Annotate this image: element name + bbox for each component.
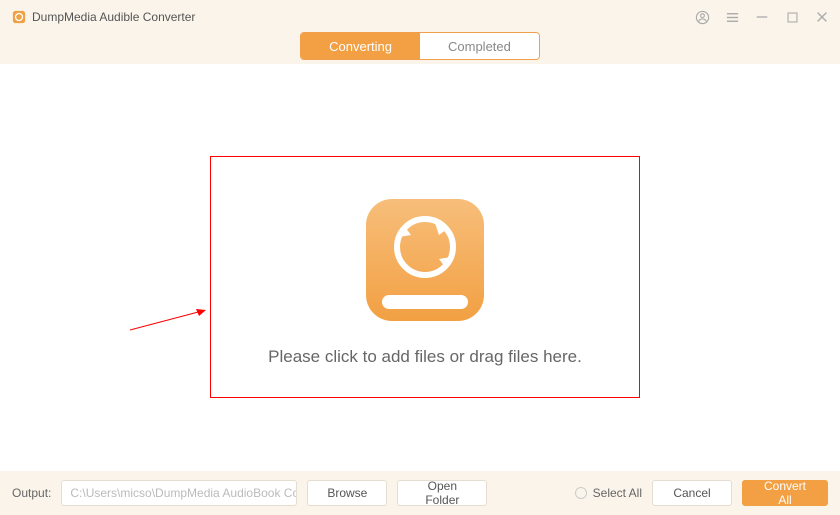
convert-all-button[interactable]: Convert All xyxy=(742,480,828,506)
tabs-row: Converting Completed xyxy=(0,28,840,64)
minimize-icon[interactable] xyxy=(754,9,770,25)
titlebar: DumpMedia Audible Converter Converting xyxy=(0,0,840,64)
radio-icon xyxy=(575,487,587,499)
drop-zone[interactable]: Please click to add files or drag files … xyxy=(211,157,639,397)
main-area: Please click to add files or drag files … xyxy=(0,64,840,471)
output-path-field[interactable]: C:\Users\micso\DumpMedia AudioBook Co... xyxy=(61,480,297,506)
output-path-text: C:\Users\micso\DumpMedia AudioBook Co... xyxy=(70,486,297,500)
select-all-label: Select All xyxy=(593,486,642,500)
button-label: Open Folder xyxy=(412,479,472,507)
app-title: DumpMedia Audible Converter xyxy=(32,10,195,24)
select-all-toggle[interactable]: Select All xyxy=(575,486,642,500)
titlebar-top: DumpMedia Audible Converter xyxy=(0,0,840,28)
window-controls xyxy=(694,9,830,25)
close-icon[interactable] xyxy=(814,9,830,25)
tab-label: Completed xyxy=(448,39,511,54)
drop-zone-text: Please click to add files or drag files … xyxy=(268,347,582,367)
annotation-highlight-box: Please click to add files or drag files … xyxy=(210,156,640,398)
menu-icon[interactable] xyxy=(724,9,740,25)
button-label: Convert All xyxy=(757,479,813,507)
output-label: Output: xyxy=(12,486,51,500)
tab-label: Converting xyxy=(329,39,392,54)
account-icon[interactable] xyxy=(694,9,710,25)
browse-button[interactable]: Browse xyxy=(307,480,387,506)
maximize-icon[interactable] xyxy=(784,9,800,25)
tabs: Converting Completed xyxy=(300,32,540,60)
annotation-arrow-icon xyxy=(128,308,206,332)
cancel-button[interactable]: Cancel xyxy=(652,480,732,506)
footer: Output: C:\Users\micso\DumpMedia AudioBo… xyxy=(0,471,840,515)
button-label: Cancel xyxy=(673,486,710,500)
tab-completed[interactable]: Completed xyxy=(420,33,539,59)
app-logo-icon xyxy=(12,10,26,24)
open-folder-button[interactable]: Open Folder xyxy=(397,480,487,506)
add-files-icon xyxy=(360,195,490,325)
button-label: Browse xyxy=(327,486,367,500)
tab-converting[interactable]: Converting xyxy=(301,33,420,59)
titlebar-left: DumpMedia Audible Converter xyxy=(12,10,195,24)
